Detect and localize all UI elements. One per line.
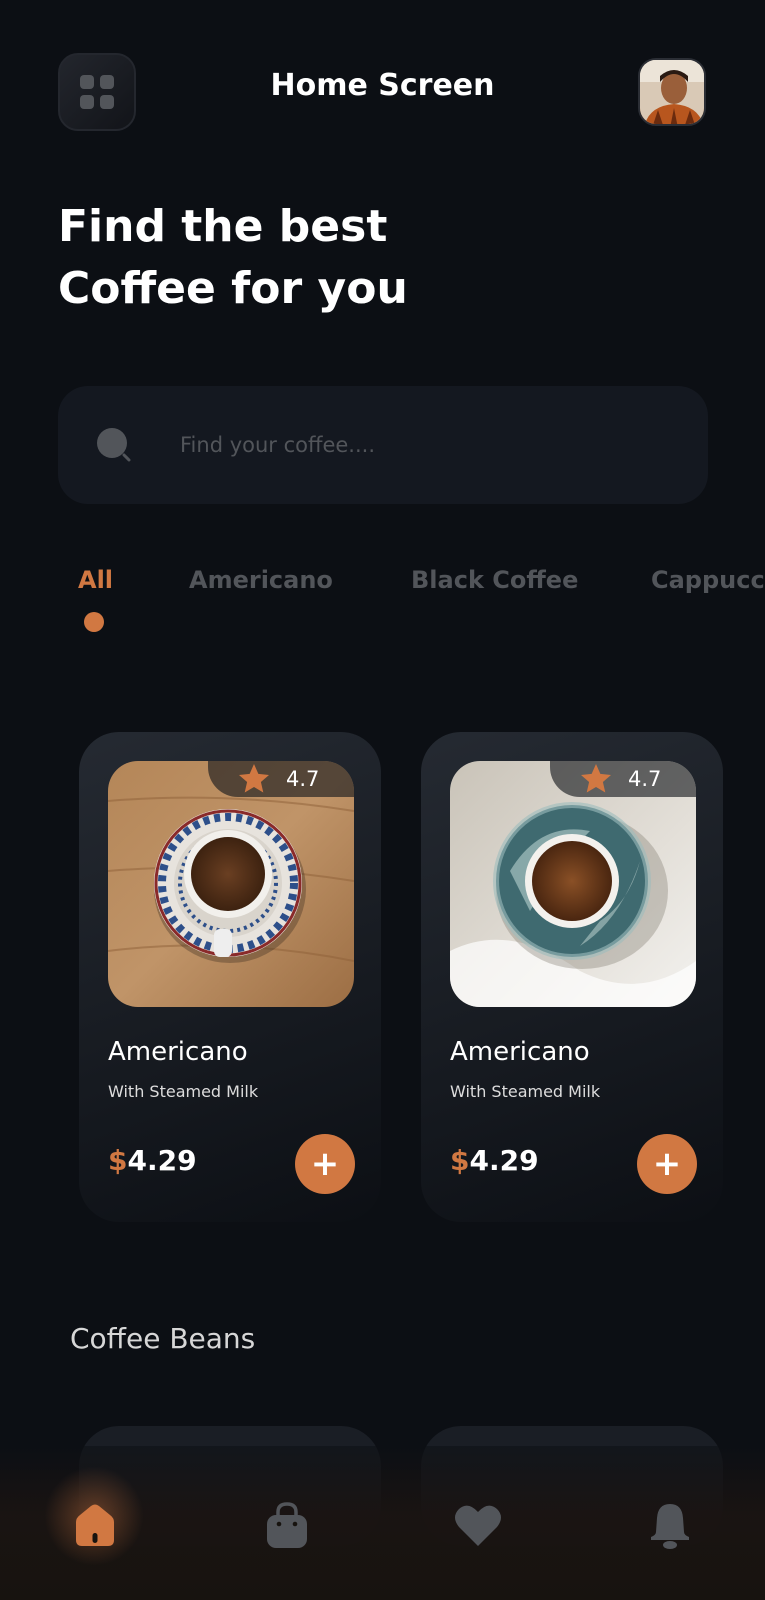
product-price: $4.29 xyxy=(108,1144,197,1177)
search-icon xyxy=(96,427,132,463)
rating-value: 4.7 xyxy=(286,767,320,791)
product-subtitle: With Steamed Milk xyxy=(450,1082,601,1101)
price-value: 4.29 xyxy=(469,1144,539,1177)
rating-badge: 4.7 xyxy=(208,761,354,797)
active-tab-indicator xyxy=(84,612,104,632)
hero-line-2: Coffee for you xyxy=(58,263,408,314)
bottom-navigation xyxy=(0,1446,765,1600)
price-value: 4.29 xyxy=(127,1144,197,1177)
tab-americano[interactable]: Americano xyxy=(189,566,333,594)
currency-symbol: $ xyxy=(108,1144,128,1177)
section-title-coffee-beans: Coffee Beans xyxy=(70,1322,256,1355)
product-price: $4.29 xyxy=(450,1144,539,1177)
profile-avatar-image xyxy=(640,60,704,124)
search-input[interactable] xyxy=(180,422,660,468)
hero-line-1: Find the best xyxy=(58,201,388,252)
product-name: Americano xyxy=(108,1037,248,1067)
product-name: Americano xyxy=(450,1037,590,1067)
home-icon[interactable] xyxy=(70,1500,120,1550)
avatar[interactable] xyxy=(638,58,706,126)
add-to-cart-button[interactable]: + xyxy=(295,1134,355,1194)
search-bar[interactable] xyxy=(58,386,708,504)
category-tabs: All Americano Black Coffee Cappuccino xyxy=(0,566,765,636)
heart-icon[interactable] xyxy=(453,1500,503,1550)
product-card[interactable]: 4.7 Americano With Steamed Milk $4.29 + xyxy=(421,732,723,1222)
product-card[interactable]: 4.7 Americano With Steamed Milk $4.29 + xyxy=(79,732,381,1222)
bell-icon[interactable] xyxy=(645,1500,695,1550)
currency-symbol: $ xyxy=(450,1144,470,1177)
tab-black-coffee[interactable]: Black Coffee xyxy=(411,566,578,594)
star-icon xyxy=(239,764,269,793)
tab-cappuccino[interactable]: Cappuccino xyxy=(651,566,765,594)
bag-icon[interactable] xyxy=(262,1500,312,1550)
product-subtitle: With Steamed Milk xyxy=(108,1082,259,1101)
product-image: 4.7 xyxy=(450,761,696,1007)
rating-value: 4.7 xyxy=(628,767,662,791)
tab-all[interactable]: All xyxy=(78,566,113,594)
rating-badge: 4.7 xyxy=(550,761,696,797)
add-to-cart-button[interactable]: + xyxy=(637,1134,697,1194)
star-icon xyxy=(581,764,611,793)
hero-heading: Find the best Coffee for you xyxy=(58,196,408,320)
product-image: 4.7 xyxy=(108,761,354,1007)
